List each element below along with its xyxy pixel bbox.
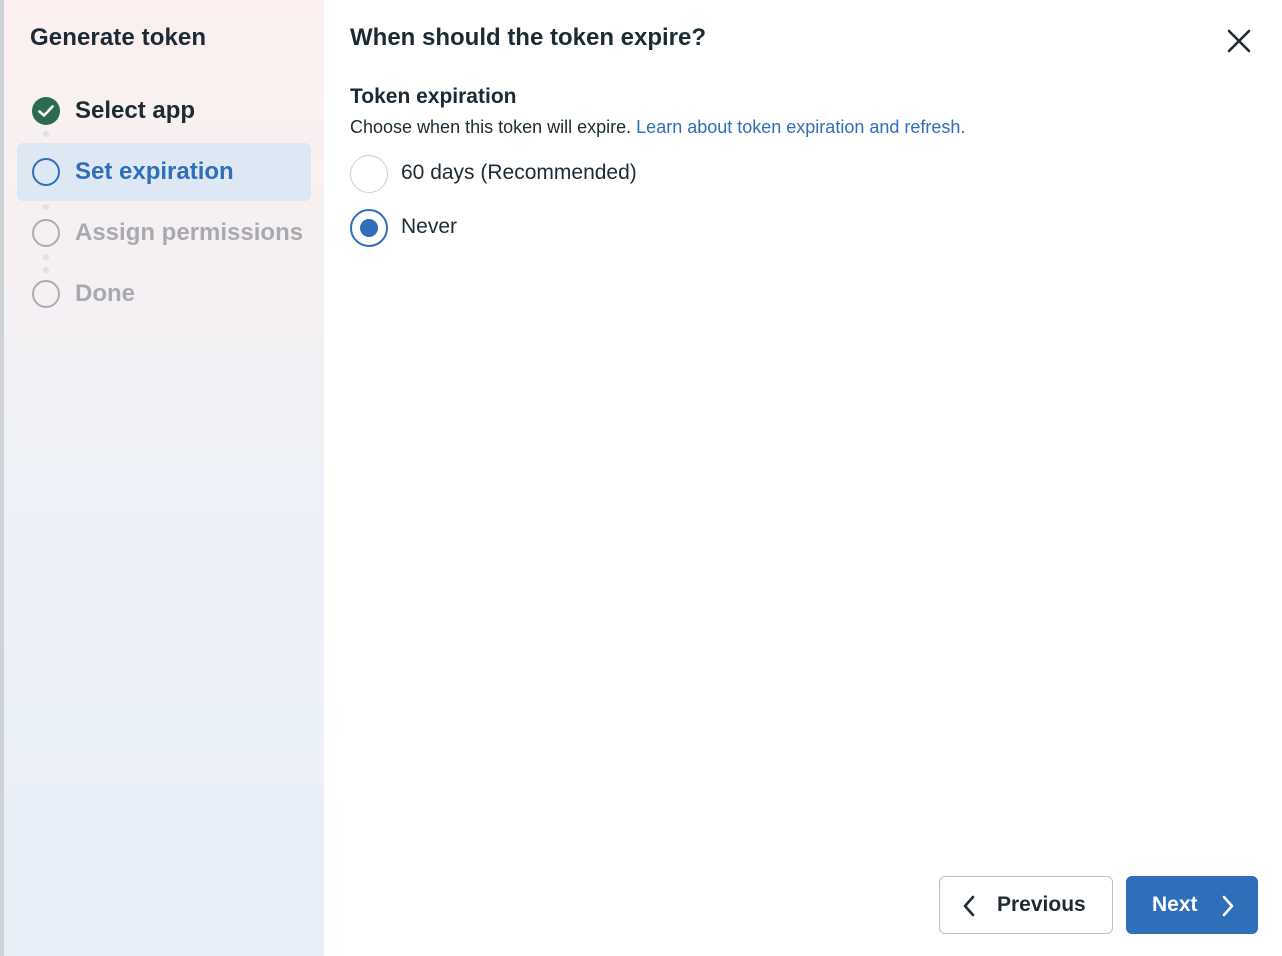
step-done[interactable]: Done bbox=[17, 265, 311, 323]
step-label: Select app bbox=[75, 97, 196, 124]
radio-60-days[interactable] bbox=[350, 155, 388, 193]
chevron-right-icon bbox=[1222, 895, 1234, 917]
next-button[interactable]: Next bbox=[1126, 876, 1258, 934]
radio-label: Never bbox=[401, 215, 458, 238]
close-button[interactable] bbox=[1224, 26, 1254, 56]
description-text: Choose when this token will expire. bbox=[350, 117, 632, 137]
learn-more-link[interactable]: Learn about token expiration and refresh… bbox=[636, 117, 965, 137]
step-label: Set expiration bbox=[75, 158, 234, 185]
previous-button[interactable]: Previous bbox=[939, 876, 1113, 934]
step-assign-permissions[interactable]: Assign permissions bbox=[17, 204, 311, 262]
previous-label: Previous bbox=[997, 893, 1086, 916]
next-label: Next bbox=[1152, 893, 1198, 916]
circle-outline-icon bbox=[32, 158, 60, 186]
circle-outline-icon bbox=[32, 219, 60, 247]
generate-token-dialog: Generate token Select app Set expiration… bbox=[0, 0, 1282, 956]
main-panel: When should the token expire? Token expi… bbox=[324, 0, 1282, 956]
steps-sidebar: Generate token Select app Set expiration… bbox=[4, 0, 324, 956]
section-description: Choose when this token will expire. Lear… bbox=[350, 117, 965, 138]
step-set-expiration[interactable]: Set expiration bbox=[17, 143, 311, 201]
radio-selected-dot bbox=[360, 219, 378, 237]
step-label: Assign permissions bbox=[75, 219, 304, 246]
radio-never[interactable] bbox=[350, 209, 388, 247]
circle-outline-icon bbox=[32, 280, 60, 308]
step-select-app[interactable]: Select app bbox=[17, 82, 311, 140]
section-title: Token expiration bbox=[350, 85, 517, 108]
step-label: Done bbox=[75, 280, 135, 307]
sidebar-title: Generate token bbox=[30, 24, 207, 51]
chevron-left-icon bbox=[963, 895, 975, 917]
close-icon bbox=[1227, 29, 1251, 53]
page-title: When should the token expire? bbox=[350, 24, 707, 51]
check-circle-icon bbox=[32, 97, 60, 125]
radio-label: 60 days (Recommended) bbox=[401, 161, 637, 184]
